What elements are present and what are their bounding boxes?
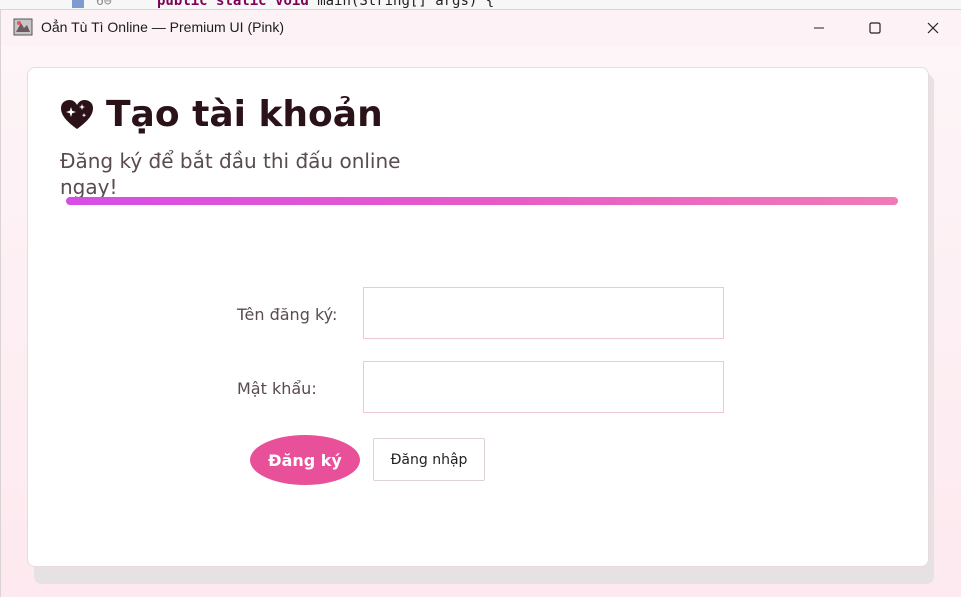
sparkle-heart-icon xyxy=(61,99,93,129)
page-title: Tạo tài khoản xyxy=(106,94,383,135)
password-input[interactable] xyxy=(363,361,724,413)
window-title: Oẳn Tù Tì Online — Premium UI (Pink) xyxy=(41,19,284,35)
code-keyword: static xyxy=(216,0,267,9)
maximize-icon xyxy=(869,22,881,34)
username-input[interactable] xyxy=(363,287,724,339)
line-number: 6⊖ xyxy=(96,0,112,9)
app-window: Oẳn Tù Tì Online — Premium UI (Pink) Tạo… xyxy=(0,9,961,597)
maximize-button[interactable] xyxy=(846,10,904,46)
progress-bar xyxy=(66,197,898,205)
username-label: Tên đăng ký: xyxy=(237,305,338,324)
code-keyword: void xyxy=(275,0,309,9)
breakpoint-marker xyxy=(72,0,84,8)
close-button[interactable] xyxy=(904,10,961,46)
card-heading: Tạo tài khoản xyxy=(60,94,383,135)
password-label: Mật khẩu: xyxy=(237,379,317,398)
register-card: Tạo tài khoản Đăng ký để bắt đầu thi đấu… xyxy=(27,67,929,567)
register-button[interactable]: Đăng ký xyxy=(250,435,360,485)
page-subtitle: Đăng ký để bắt đầu thi đấu online ngay! xyxy=(60,149,401,199)
close-icon xyxy=(927,22,939,34)
minimize-icon xyxy=(814,27,824,29)
login-button[interactable]: Đăng nhập xyxy=(373,438,485,481)
minimize-button[interactable] xyxy=(790,10,848,46)
java-app-icon xyxy=(13,18,33,36)
title-bar[interactable]: Oẳn Tù Tì Online — Premium UI (Pink) xyxy=(1,10,961,46)
code-keyword: public xyxy=(157,0,208,9)
code-line: public static void main(String[] args) { xyxy=(157,0,494,9)
code-text: main(String[] args) { xyxy=(317,0,495,9)
